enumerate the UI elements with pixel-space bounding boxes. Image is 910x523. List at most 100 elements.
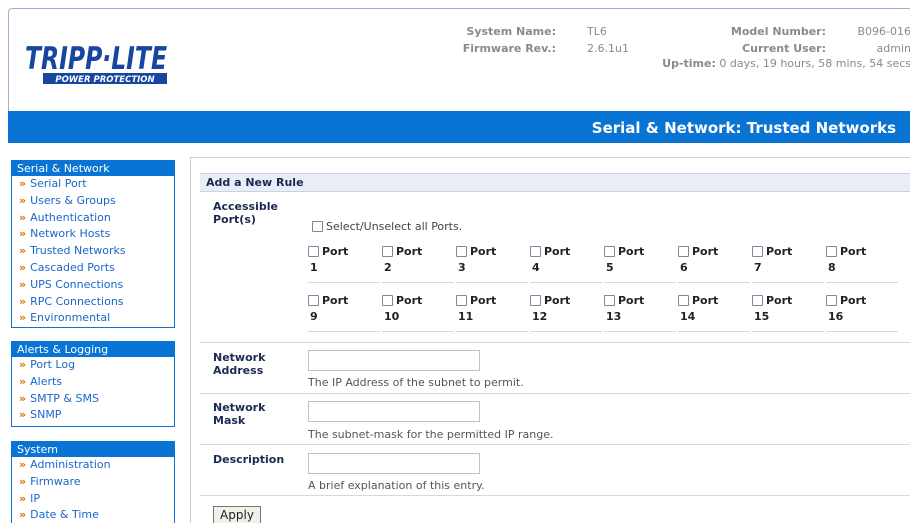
sidebar-item-network-hosts[interactable]: » Network Hosts [12, 226, 174, 243]
port-number: 13 [606, 310, 622, 323]
select-all-label: Select/Unselect all Ports. [326, 220, 463, 233]
port-checkbox-2[interactable]: Port 2 [382, 245, 454, 283]
bullet-icon: » [19, 491, 27, 505]
sidebar-item-date-time[interactable]: » Date & Time [12, 507, 174, 523]
sidebar-item-users-groups[interactable]: » Users & Groups [12, 193, 174, 210]
checkbox[interactable] [752, 295, 763, 306]
port-checkbox-9[interactable]: Port 9 [308, 294, 380, 332]
checkbox[interactable] [752, 246, 763, 257]
bullet-icon: » [19, 391, 27, 405]
network-mask-label: Network Mask [213, 401, 266, 427]
port-checkbox-10[interactable]: Port 10 [382, 294, 454, 332]
checkbox[interactable] [456, 246, 467, 257]
firmware-value: 2.6.1u1 [587, 42, 629, 55]
sidebar-item-ups-connections[interactable]: » UPS Connections [12, 277, 174, 294]
port-word: Port [544, 294, 571, 307]
checkbox[interactable] [530, 295, 541, 306]
port-checkbox-6[interactable]: Port 6 [678, 245, 750, 283]
sidebar-item-serial-port[interactable]: » Serial Port [12, 176, 174, 193]
port-word: Port [618, 294, 645, 307]
checkbox[interactable] [604, 246, 615, 257]
system-labels: System Name: Firmware Rev.: [456, 23, 556, 57]
page-title: Serial & Network: Trusted Networks [591, 119, 896, 137]
bullet-icon: » [19, 458, 27, 471]
checkbox[interactable] [530, 246, 541, 257]
port-word: Port [692, 245, 719, 258]
port-word: Port [766, 294, 793, 307]
checkbox[interactable] [308, 295, 319, 306]
port-number: 6 [680, 261, 688, 274]
sidebar-item-trusted-networks[interactable]: » Trusted Networks [12, 243, 174, 260]
network-mask-hint: The subnet-mask for the permitted IP ran… [308, 428, 554, 441]
port-word: Port [322, 294, 349, 307]
network-address-input[interactable] [308, 350, 480, 371]
page-header: TRIPP·LITE POWER PROTECTION System Name:… [8, 8, 910, 111]
port-word: Port [544, 245, 571, 258]
network-mask-input[interactable] [308, 401, 480, 422]
system-name-value: TL6 [587, 25, 607, 38]
sidebar-item-alerts[interactable]: » Alerts [12, 374, 174, 391]
uptime-label: Up-time: [662, 57, 716, 70]
port-checkbox-13[interactable]: Port 13 [604, 294, 676, 332]
port-number: 14 [680, 310, 696, 323]
select-all-checkbox[interactable] [312, 221, 323, 232]
sidebar-system: System » Administration » Firmware » IP » Da… [11, 441, 175, 523]
sidebar-item-smtp-sms[interactable]: » SMTP & SMS [12, 391, 174, 408]
checkbox[interactable] [826, 295, 837, 306]
port-word: Port [692, 294, 719, 307]
model-values: B096-016 admin [841, 23, 910, 57]
bullet-icon: » [19, 177, 27, 190]
user-value: admin [876, 42, 910, 55]
port-checkbox-3[interactable]: Port 3 [456, 245, 528, 283]
port-checkbox-5[interactable]: Port 5 [604, 245, 676, 283]
checkbox[interactable] [456, 295, 467, 306]
network-address-hint: The IP Address of the subnet to permit. [308, 376, 524, 389]
port-number: 15 [754, 310, 770, 323]
port-checkbox-16[interactable]: Port 16 [826, 294, 898, 332]
model-value: B096-016 [857, 25, 910, 38]
port-checkbox-15[interactable]: Port 15 [752, 294, 824, 332]
checkbox[interactable] [382, 295, 393, 306]
checkbox[interactable] [382, 246, 393, 257]
port-checkbox-11[interactable]: Port 11 [456, 294, 528, 332]
checkbox[interactable] [826, 246, 837, 257]
checkbox[interactable] [308, 246, 319, 257]
sidebar-item-environmental[interactable]: » Environmental [12, 310, 174, 327]
divider [200, 444, 910, 445]
port-checkbox-12[interactable]: Port 12 [530, 294, 602, 332]
sidebar-heading: System [12, 442, 174, 457]
sidebar-item-authentication[interactable]: » Authentication [12, 210, 174, 227]
port-checkbox-8[interactable]: Port 8 [826, 245, 898, 283]
port-number: 11 [458, 310, 474, 323]
sidebar-serial-network: Serial & Network » Serial Port » Users & G… [11, 160, 175, 328]
sidebar-item-cascaded-ports[interactable]: » Cascaded Ports [12, 260, 174, 277]
port-word: Port [840, 294, 867, 307]
divider [200, 342, 910, 343]
sidebar-item-rpc-connections[interactable]: » RPC Connections [12, 294, 174, 311]
description-hint: A brief explanation of this entry. [308, 479, 485, 492]
sidebar-item-snmp[interactable]: » SNMP [12, 407, 174, 424]
bullet-icon: » [19, 210, 27, 224]
bullet-icon: » [19, 508, 27, 522]
svg-text:TRIPP·LITE: TRIPP·LITE [25, 41, 167, 77]
checkbox[interactable] [604, 295, 615, 306]
checkbox[interactable] [678, 295, 689, 306]
port-checkbox-4[interactable]: Port 4 [530, 245, 602, 283]
port-word: Port [396, 245, 423, 258]
sidebar-item-firmware[interactable]: » Firmware [12, 474, 174, 491]
port-number: 9 [310, 310, 318, 323]
port-number: 1 [310, 261, 318, 274]
bullet-icon: » [19, 244, 27, 258]
sidebar-item-ip[interactable]: » IP [12, 491, 174, 508]
port-checkbox-1[interactable]: Port 1 [308, 245, 380, 283]
port-word: Port [618, 245, 645, 258]
sidebar-item-administration[interactable]: » Administration [12, 457, 174, 474]
description-input[interactable] [308, 453, 480, 474]
sidebar-item-port-log[interactable]: » Port Log [12, 357, 174, 374]
uptime-value: 0 days, 19 hours, 58 mins, 54 secs [719, 57, 910, 70]
port-checkbox-7[interactable]: Port 7 [752, 245, 824, 283]
port-checkbox-14[interactable]: Port 14 [678, 294, 750, 332]
checkbox[interactable] [678, 246, 689, 257]
apply-button[interactable]: Apply [213, 506, 261, 523]
select-all-ports[interactable]: Select/Unselect all Ports. [312, 220, 462, 233]
